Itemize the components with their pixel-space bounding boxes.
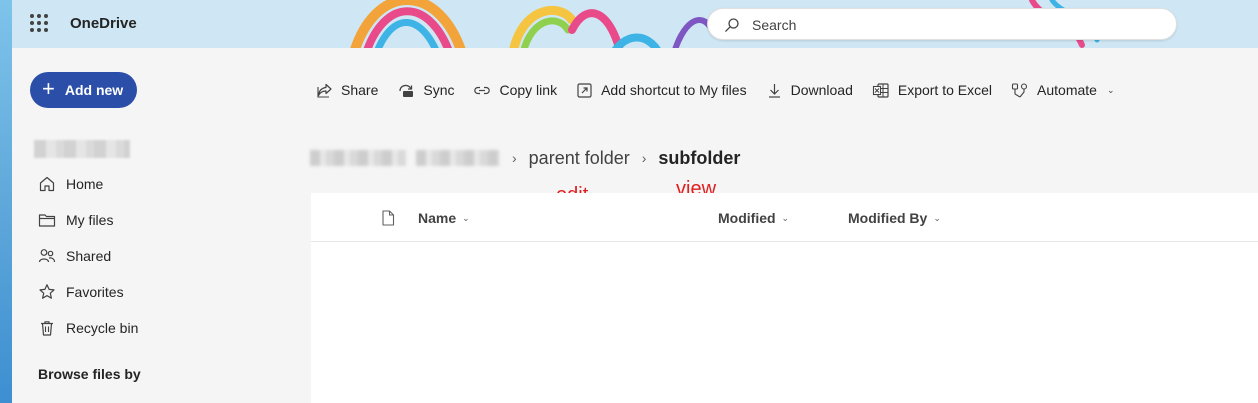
add-new-button[interactable]: + Add new (30, 72, 137, 108)
share-label: Share (341, 82, 379, 98)
download-button[interactable]: Download (766, 82, 853, 99)
column-header-modified[interactable]: Modified ⌄ (718, 210, 789, 226)
column-header-label: Modified (718, 210, 776, 226)
file-list: Name ⌄ Modified ⌄ Modified By ⌄ (311, 193, 1258, 403)
star-icon (39, 284, 55, 299)
account-name-redacted (34, 140, 130, 158)
automate-menu-button[interactable]: Automate ⌄ (1011, 82, 1115, 99)
sync-icon (399, 84, 414, 97)
sync-button[interactable]: Sync (397, 82, 454, 99)
app-header: OneDrive (12, 0, 1258, 48)
left-nav: + Add new Home My files Shared Favorites (12, 48, 310, 403)
export-to-excel-label: Export to Excel (897, 82, 993, 98)
sidebar-item-home[interactable]: Home (38, 172, 103, 196)
browse-files-by-heading: Browse files by (38, 366, 141, 382)
sidebar-item-label: Recycle bin (66, 320, 139, 336)
sidebar-item-label: Shared (66, 248, 112, 264)
app-title[interactable]: OneDrive (70, 15, 137, 32)
column-header-modified-by[interactable]: Modified By ⌄ (848, 210, 941, 226)
excel-icon (872, 82, 889, 98)
search-input[interactable] (752, 15, 1152, 35)
file-type-icon[interactable] (381, 210, 395, 226)
add-new-label: Add new (64, 82, 124, 98)
search-box[interactable] (707, 8, 1177, 40)
breadcrumb-redacted-segment (416, 150, 500, 166)
people-icon (38, 249, 56, 263)
share-icon (317, 83, 332, 98)
add-shortcut-button[interactable]: Add shortcut to My files (576, 82, 747, 99)
chevron-down-icon: ⌄ (781, 212, 790, 223)
trash-icon (41, 321, 53, 336)
add-shortcut-label: Add shortcut to My files (601, 82, 747, 98)
breadcrumb-current-folder: subfolder (658, 147, 741, 168)
search-icon (725, 18, 739, 32)
sidebar-item-label: My files (66, 212, 114, 228)
home-icon (39, 176, 55, 192)
shortcut-icon (577, 82, 592, 98)
sidebar-item-shared[interactable]: Shared (38, 244, 111, 268)
chevron-down-icon: ⌄ (933, 212, 941, 223)
file-list-header: Name ⌄ Modified ⌄ Modified By ⌄ (311, 193, 1258, 242)
sidebar-item-label: Favorites (66, 284, 124, 300)
sidebar-item-favorites[interactable]: Favorites (38, 280, 124, 304)
sync-label: Sync (423, 82, 455, 98)
sidebar-item-label: Home (66, 176, 104, 192)
automate-label: Automate (1037, 82, 1097, 98)
chevron-right-icon: › (641, 150, 647, 166)
share-button[interactable]: Share (316, 82, 378, 99)
copy-link-label: Copy link (499, 82, 558, 98)
breadcrumb-parent-folder[interactable]: parent folder (529, 148, 630, 169)
export-to-excel-button[interactable]: Export to Excel (872, 82, 992, 99)
wallpaper-edge (0, 0, 12, 403)
chevron-down-icon: ⌄ (1106, 84, 1115, 95)
column-header-label: Modified By (848, 210, 928, 226)
download-label: Download (790, 82, 853, 98)
chevron-right-icon: › (512, 150, 517, 166)
column-header-name[interactable]: Name ⌄ (418, 210, 470, 226)
download-icon (768, 83, 780, 98)
breadcrumb-redacted-segment (310, 150, 406, 166)
app-launcher-waffle-icon[interactable] (30, 14, 48, 32)
folder-icon (38, 214, 56, 227)
sidebar-item-my-files[interactable]: My files (38, 208, 113, 232)
breadcrumb: › parent folder › subfolder (310, 146, 740, 170)
copy-link-button[interactable]: Copy link (473, 82, 557, 99)
column-header-label: Name (418, 210, 457, 226)
automate-icon (1011, 82, 1028, 97)
link-icon (474, 86, 491, 94)
plus-icon: + (42, 76, 55, 101)
command-bar: Share Sync Copy link Add shortcut to My … (316, 78, 1134, 102)
sidebar-item-recycle-bin[interactable]: Recycle bin (38, 316, 138, 340)
chevron-down-icon: ⌄ (462, 212, 470, 223)
